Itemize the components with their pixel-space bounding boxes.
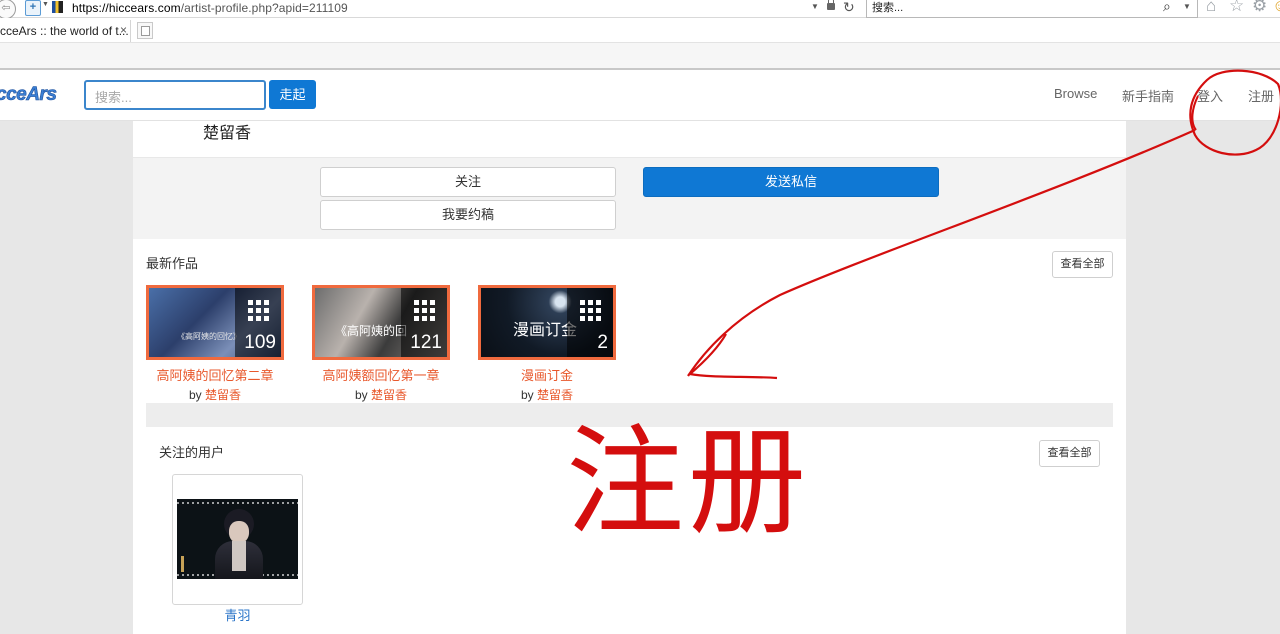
follow-button[interactable]: 关注 [320,167,616,197]
site-header: cceArs 搜索... 走起 Browse 新手指南 登入 注册 [0,70,1280,121]
followed-user-name[interactable]: 青羽 [172,605,303,624]
tab-title: cceArs :: the world of t... [0,24,129,38]
search-dropdown-icon[interactable]: ▼ [1183,2,1191,11]
image-count: 2 [597,332,608,353]
send-message-button[interactable]: 发送私信 [643,167,939,197]
work-card[interactable]: 《高阿姨的回忆》 109 高阿姨的回忆第二章 by 楚留香 [146,285,284,402]
url-field[interactable]: https://hiccears.com/artist-profile.php?… [72,0,348,16]
nav-login[interactable]: 登入 [1197,86,1223,105]
gallery-grid-icon [414,300,435,321]
site-logo[interactable]: cceArs [0,84,57,106]
browser-command-bar [0,43,1280,70]
image-count-overlay: 2 [567,288,613,357]
work-byline: by 楚留香 [312,386,450,403]
gallery-grid-icon [580,300,601,321]
image-count-overlay: 121 [401,288,447,357]
browser-tab[interactable]: cceArs :: the world of t... × [0,20,131,42]
lock-icon[interactable] [827,0,835,10]
profile-actions: 关注 发送私信 我要约稿 [133,157,1126,239]
site-identity-dropdown-icon[interactable]: ▼ [42,1,49,8]
image-count-overlay: 109 [235,288,281,357]
work-byline: by 楚留香 [478,386,616,403]
thumbnail-caption: 《高阿姨的回忆》 [177,332,241,341]
browser-tab-strip: cceArs :: the world of t... × [0,18,1280,43]
work-thumbnail[interactable]: 《高阿姨的回忆》 109 [146,285,284,360]
gallery-grid-icon [248,300,269,321]
work-byline: by 楚留香 [146,386,284,403]
thumbnail-caption: 《高阿姨的回 [335,324,408,338]
search-icon[interactable]: ⌕ [1163,0,1171,15]
latest-view-all-button[interactable]: 查看全部 [1052,251,1113,278]
search-go-button[interactable]: 走起 [269,80,316,109]
close-icon[interactable]: × [120,23,127,37]
browser-search-field[interactable]: 搜索... ⌕ ▼ [866,0,1198,18]
by-label: by [520,388,534,402]
annotation-label: 注册 [566,413,811,551]
favorites-star-icon[interactable]: ☆ [1229,0,1244,16]
by-label: by [188,388,202,402]
new-tab-icon[interactable] [137,22,153,39]
settings-gear-icon[interactable]: ⚙ [1252,0,1267,16]
refresh-icon[interactable]: ↻ [843,0,855,16]
by-label: by [354,388,368,402]
work-thumbnail[interactable]: 《高阿姨的回 121 [312,285,450,360]
work-card[interactable]: 《高阿姨的回 121 高阿姨额回忆第一章 by 楚留香 [312,285,450,402]
feedback-icon[interactable]: ☺ [1272,0,1280,16]
browser-search-text: 搜索... [872,2,904,14]
work-author[interactable]: 楚留香 [371,388,407,402]
nav-guide[interactable]: 新手指南 [1122,86,1174,105]
followed-user-card[interactable] [172,474,303,605]
home-icon[interactable]: ⌂ [1206,0,1216,16]
work-author[interactable]: 楚留香 [537,388,573,402]
work-card[interactable]: 漫画订金 2 漫画订金 by 楚留香 [478,285,616,402]
browser-address-bar: ⇦ + ▼ https://hiccears.com/artist-profil… [0,0,1280,19]
site-identity-icon[interactable]: + [25,0,41,16]
commission-button[interactable]: 我要约稿 [320,200,616,230]
url-dropdown-icon[interactable]: ▼ [811,2,819,11]
url-path: /artist-profile.php?apid=211109 [180,1,348,15]
user-avatar[interactable] [177,499,298,579]
latest-works-title: 最新作品 [146,256,199,271]
nav-register[interactable]: 注册 [1248,86,1274,105]
work-author[interactable]: 楚留香 [205,388,241,402]
back-icon[interactable]: ⇦ [0,0,16,19]
site-search-input[interactable]: 搜索... [84,80,266,110]
image-count: 121 [410,332,442,353]
url-host: https://hiccears.com [72,1,181,15]
nav-browse[interactable]: Browse [1054,86,1097,101]
artist-name: 楚留香 [203,125,252,142]
work-title[interactable]: 漫画订金 [478,365,616,384]
profile-container: 楚留香 关注 发送私信 我要约稿 最新作品 查看全部 《高阿姨的回忆》 109 … [133,121,1126,634]
site-favicon-icon [52,1,63,13]
work-title[interactable]: 高阿姨额回忆第一章 [312,365,450,384]
following-view-all-button[interactable]: 查看全部 [1039,440,1100,467]
site-search-placeholder: 搜索... [95,90,132,105]
image-count: 109 [244,332,276,353]
following-title: 关注的用户 [159,445,225,460]
work-title[interactable]: 高阿姨的回忆第二章 [146,365,284,384]
work-thumbnail[interactable]: 漫画订金 2 [478,285,616,360]
